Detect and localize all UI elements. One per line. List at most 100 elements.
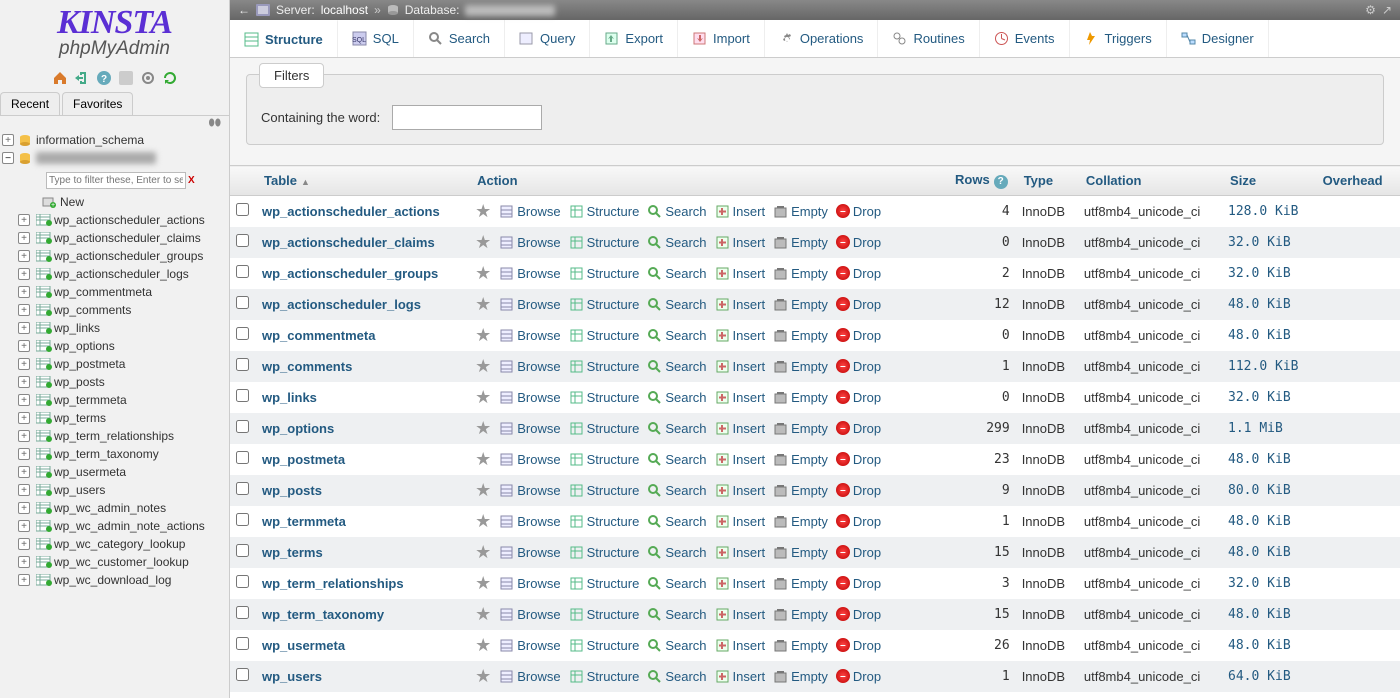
favorite-star-icon[interactable]: ★ bbox=[475, 201, 491, 222]
row-checkbox[interactable] bbox=[236, 327, 249, 340]
tab-sql[interactable]: SQLSQL bbox=[338, 20, 414, 57]
insert-link[interactable]: Insert bbox=[715, 421, 766, 436]
go-icon[interactable]: ↗ bbox=[1382, 3, 1392, 17]
tree-table[interactable]: +wp_posts bbox=[2, 373, 229, 391]
expand-icon[interactable]: + bbox=[18, 232, 30, 244]
insert-link[interactable]: Insert bbox=[715, 576, 766, 591]
tree-table[interactable]: +wp_wc_download_log bbox=[2, 571, 229, 589]
sql-icon[interactable] bbox=[118, 70, 134, 86]
expand-icon[interactable]: + bbox=[18, 322, 30, 334]
expand-icon[interactable]: + bbox=[18, 466, 30, 478]
empty-link[interactable]: Empty bbox=[773, 328, 828, 343]
row-checkbox[interactable] bbox=[236, 234, 249, 247]
favorite-star-icon[interactable]: ★ bbox=[475, 449, 491, 470]
drop-link[interactable]: –Drop bbox=[836, 545, 881, 560]
tree-db-info-schema[interactable]: + information_schema bbox=[2, 131, 229, 149]
search-link[interactable]: Search bbox=[647, 545, 706, 560]
table-name-link[interactable]: wp_links bbox=[262, 390, 317, 405]
expand-icon[interactable]: + bbox=[18, 376, 30, 388]
row-checkbox[interactable] bbox=[236, 482, 249, 495]
favorite-star-icon[interactable]: ★ bbox=[475, 232, 491, 253]
expand-icon[interactable]: + bbox=[18, 250, 30, 262]
search-link[interactable]: Search bbox=[647, 576, 706, 591]
recent-tab[interactable]: Recent bbox=[0, 92, 60, 115]
insert-link[interactable]: Insert bbox=[715, 204, 766, 219]
search-link[interactable]: Search bbox=[647, 421, 706, 436]
search-link[interactable]: Search bbox=[647, 483, 706, 498]
browse-link[interactable]: Browse bbox=[499, 669, 560, 684]
structure-link[interactable]: Structure bbox=[569, 452, 640, 467]
insert-link[interactable]: Insert bbox=[715, 235, 766, 250]
table-name-link[interactable]: wp_actionscheduler_groups bbox=[262, 266, 438, 281]
drop-link[interactable]: –Drop bbox=[836, 452, 881, 467]
empty-link[interactable]: Empty bbox=[773, 545, 828, 560]
expand-icon[interactable]: + bbox=[18, 448, 30, 460]
browse-link[interactable]: Browse bbox=[499, 204, 560, 219]
empty-link[interactable]: Empty bbox=[773, 483, 828, 498]
structure-link[interactable]: Structure bbox=[569, 328, 640, 343]
empty-link[interactable]: Empty bbox=[773, 297, 828, 312]
row-checkbox[interactable] bbox=[236, 637, 249, 650]
drop-link[interactable]: –Drop bbox=[836, 328, 881, 343]
expand-icon[interactable]: + bbox=[18, 214, 30, 226]
structure-link[interactable]: Structure bbox=[569, 266, 640, 281]
expand-icon[interactable]: + bbox=[18, 340, 30, 352]
tree-table[interactable]: +wp_links bbox=[2, 319, 229, 337]
structure-link[interactable]: Structure bbox=[569, 514, 640, 529]
tree-table[interactable]: +wp_actionscheduler_groups bbox=[2, 247, 229, 265]
bc-server-name[interactable]: localhost bbox=[321, 3, 368, 17]
row-checkbox[interactable] bbox=[236, 606, 249, 619]
row-checkbox[interactable] bbox=[236, 668, 249, 681]
expand-icon[interactable]: + bbox=[18, 574, 30, 586]
table-name-link[interactable]: wp_usermeta bbox=[262, 638, 345, 653]
empty-link[interactable]: Empty bbox=[773, 235, 828, 250]
search-link[interactable]: Search bbox=[647, 638, 706, 653]
empty-link[interactable]: Empty bbox=[773, 638, 828, 653]
table-name-link[interactable]: wp_comments bbox=[262, 359, 352, 374]
browse-link[interactable]: Browse bbox=[499, 545, 560, 560]
drop-link[interactable]: –Drop bbox=[836, 483, 881, 498]
favorite-star-icon[interactable]: ★ bbox=[475, 573, 491, 594]
drop-link[interactable]: –Drop bbox=[836, 359, 881, 374]
structure-link[interactable]: Structure bbox=[569, 204, 640, 219]
table-name-link[interactable]: wp_actionscheduler_actions bbox=[262, 204, 440, 219]
search-link[interactable]: Search bbox=[647, 328, 706, 343]
drop-link[interactable]: –Drop bbox=[836, 669, 881, 684]
drop-link[interactable]: –Drop bbox=[836, 266, 881, 281]
tree-new[interactable]: + New bbox=[2, 193, 229, 211]
tree-table[interactable]: +wp_usermeta bbox=[2, 463, 229, 481]
favorite-star-icon[interactable]: ★ bbox=[475, 666, 491, 687]
drop-link[interactable]: –Drop bbox=[836, 421, 881, 436]
insert-link[interactable]: Insert bbox=[715, 545, 766, 560]
drop-link[interactable]: –Drop bbox=[836, 390, 881, 405]
row-checkbox[interactable] bbox=[236, 575, 249, 588]
row-checkbox[interactable] bbox=[236, 203, 249, 216]
row-checkbox[interactable] bbox=[236, 358, 249, 371]
insert-link[interactable]: Insert bbox=[715, 390, 766, 405]
back-arrow-icon[interactable]: ← bbox=[238, 3, 250, 17]
insert-link[interactable]: Insert bbox=[715, 266, 766, 281]
empty-link[interactable]: Empty bbox=[773, 452, 828, 467]
tab-events[interactable]: Events bbox=[980, 20, 1070, 57]
favorite-star-icon[interactable]: ★ bbox=[475, 511, 491, 532]
tree-table[interactable]: +wp_wc_customer_lookup bbox=[2, 553, 229, 571]
logout-icon[interactable] bbox=[74, 70, 90, 86]
search-link[interactable]: Search bbox=[647, 514, 706, 529]
tree-table[interactable]: +wp_commentmeta bbox=[2, 283, 229, 301]
browse-link[interactable]: Browse bbox=[499, 328, 560, 343]
search-link[interactable]: Search bbox=[647, 204, 706, 219]
structure-link[interactable]: Structure bbox=[569, 607, 640, 622]
row-checkbox[interactable] bbox=[236, 513, 249, 526]
tree-table[interactable]: +wp_users bbox=[2, 481, 229, 499]
expand-icon[interactable]: + bbox=[2, 134, 14, 146]
expand-icon[interactable]: + bbox=[18, 268, 30, 280]
insert-link[interactable]: Insert bbox=[715, 297, 766, 312]
structure-link[interactable]: Structure bbox=[569, 421, 640, 436]
structure-link[interactable]: Structure bbox=[569, 483, 640, 498]
search-link[interactable]: Search bbox=[647, 359, 706, 374]
favorite-star-icon[interactable]: ★ bbox=[475, 542, 491, 563]
insert-link[interactable]: Insert bbox=[715, 359, 766, 374]
browse-link[interactable]: Browse bbox=[499, 297, 560, 312]
drop-link[interactable]: –Drop bbox=[836, 204, 881, 219]
tree-table[interactable]: +wp_wc_category_lookup bbox=[2, 535, 229, 553]
